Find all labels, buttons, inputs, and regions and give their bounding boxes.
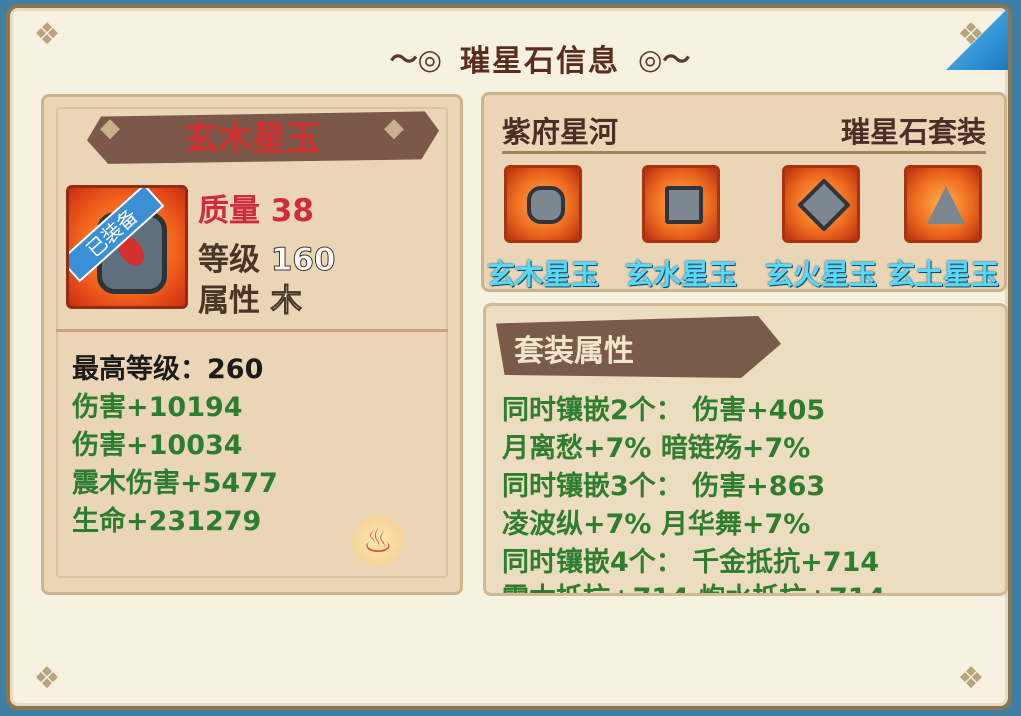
title-right-swirl-icon: ◎～: [638, 43, 691, 76]
attribute-row: 属性 木: [198, 275, 302, 320]
level-row: 等级 160: [198, 234, 336, 279]
fire-star-jade-icon: [782, 165, 860, 243]
earth-star-jade-icon: [904, 165, 982, 243]
quality-label: 质量: [198, 193, 260, 229]
wood-star-jade-icon: [504, 165, 582, 243]
window-title: 璀星石信息: [460, 44, 620, 79]
set-bonus-line: 凌波纵+7% 月华舞+7%: [502, 509, 811, 540]
item-detail-panel: ◆ ◆ 玄木星玉 已装备 质量 38 等级 160 属性 木 最高等级：260 …: [41, 94, 463, 595]
water-star-jade-icon: [642, 165, 720, 243]
set-bonus-line: 同时镶嵌3个： 伤害+863: [502, 471, 826, 502]
corner-ornament-bottom-left-icon: ❖: [33, 661, 61, 696]
set-slot-earth[interactable]: 玄土星玉: [887, 165, 999, 291]
quality-row: 质量 38: [198, 185, 314, 230]
stat-line: 生命+231279: [72, 506, 262, 537]
level-label: 等级: [198, 242, 260, 278]
item-info-divider: [56, 329, 448, 332]
set-bonus-line: 同时镶嵌2个： 伤害+405: [502, 395, 826, 426]
window-title-bar: ～◎ 璀星石信息 ◎～: [360, 32, 720, 84]
set-slot-wood[interactable]: 玄木星玉: [487, 165, 599, 291]
attribute-label: 属性: [198, 283, 260, 319]
title-left-swirl-icon: ～◎: [389, 43, 442, 76]
set-slot-fire[interactable]: 玄火星玉: [765, 165, 877, 291]
set-bonus-line: 同时镶嵌4个： 千金抵抗+714: [502, 547, 880, 578]
set-bonus-panel: 套装属性 同时镶嵌2个： 伤害+405 月离愁+7% 暗链殇+7% 同时镶嵌3个…: [483, 303, 1008, 596]
max-level-line: 最高等级：260: [72, 354, 264, 385]
set-heading-divider: [502, 151, 986, 154]
attribute-value: 木: [270, 283, 302, 320]
set-slot-water[interactable]: 玄水星玉: [625, 165, 737, 291]
level-value: 160: [270, 242, 336, 279]
slot-label: 玄火星玉: [764, 258, 877, 291]
item-name: 玄木星玉: [184, 119, 320, 159]
slot-label: 玄木星玉: [486, 258, 599, 291]
stat-line: 震木伤害+5477: [72, 468, 278, 499]
stat-line: 伤害+10194: [72, 392, 243, 423]
stat-line: 伤害+10034: [72, 430, 243, 461]
set-members-panel: 紫府星河 璀星石套装 玄木星玉 玄水星玉 玄火星玉 玄土星玉: [481, 92, 1007, 292]
set-bonus-line: 月离愁+7% 暗链殇+7%: [502, 433, 811, 464]
set-zone-heading: 紫府星河: [502, 115, 619, 149]
flame-element-icon[interactable]: ♨: [352, 515, 404, 567]
set-bonus-line: 震木抵抗+714 炮水抵抗+714: [502, 576, 885, 593]
slot-label: 玄水星玉: [624, 258, 737, 291]
item-icon[interactable]: 已装备: [66, 185, 188, 309]
window-frame: ❖ ❖ ❖ ❖ ～◎ 璀星石信息 ◎～ ◆ ◆ 玄木星玉 已装备 质量 38 等…: [6, 4, 1012, 710]
slot-label: 玄土星玉: [886, 258, 999, 291]
set-bonus-title: 套装属性: [514, 334, 634, 369]
corner-ornament-top-left-icon: ❖: [33, 17, 61, 52]
quality-value: 38: [270, 193, 314, 229]
set-name-heading: 璀星石套装: [840, 115, 986, 149]
corner-ornament-bottom-right-icon: ❖: [957, 661, 985, 696]
